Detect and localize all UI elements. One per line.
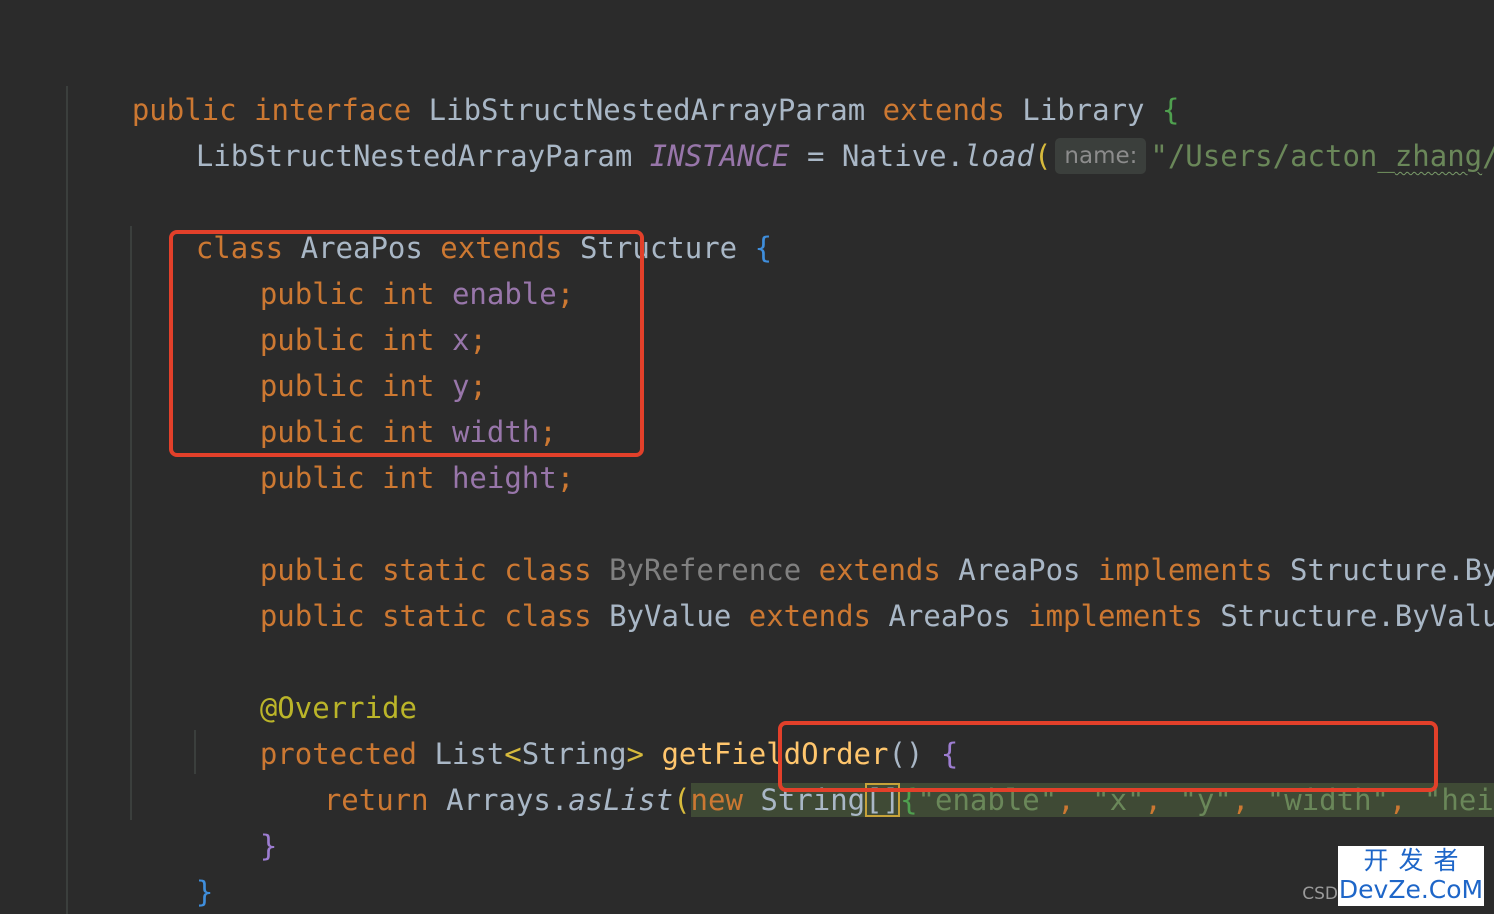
code-line-method-decl[interactable]: protected List<String> getFieldOrder() { bbox=[190, 685, 958, 771]
code-editor[interactable]: public interface LibStructNestedArrayPar… bbox=[0, 0, 1494, 914]
code-line-field-height[interactable]: public int height; bbox=[190, 409, 574, 495]
constant-instance: INSTANCE bbox=[649, 139, 790, 173]
code-line-method-close[interactable]: } bbox=[190, 777, 277, 863]
assign-native: = Native. bbox=[789, 139, 965, 173]
code-line-field-width[interactable]: public int width; bbox=[190, 363, 557, 449]
code-line-field-enable[interactable]: public int enable; bbox=[190, 225, 574, 311]
type-name: LibStructNestedArrayParam bbox=[195, 139, 650, 173]
code-line-interface-decl[interactable]: public interface LibStructNestedArrayPar… bbox=[62, 41, 1180, 127]
string-path: "/Users/acton_ bbox=[1150, 139, 1395, 173]
brace-close: } bbox=[195, 875, 214, 909]
method-aslist: asList bbox=[568, 783, 674, 817]
code-line-byreference[interactable]: public static class ByReference extends … bbox=[190, 501, 1494, 587]
brace-open: { bbox=[754, 231, 773, 265]
paren-open: ( bbox=[1033, 139, 1052, 173]
keyword-return: return bbox=[323, 783, 429, 817]
base-class: Structure bbox=[562, 231, 755, 265]
code-line-field-y[interactable]: public int y; bbox=[190, 317, 487, 403]
code-line-class-decl[interactable]: class AreaPos extends Structure { bbox=[126, 179, 772, 265]
code-line-override[interactable]: @Override bbox=[190, 639, 417, 725]
method-load: load bbox=[964, 139, 1034, 173]
field-height: height bbox=[451, 461, 557, 495]
code-line-byvalue[interactable]: public static class ByValue extends Area… bbox=[190, 547, 1494, 633]
keyword-new: new bbox=[690, 783, 743, 817]
string-path-rest: /J2EE/Maven bbox=[1482, 139, 1494, 173]
parameter-hint-name: name: bbox=[1055, 138, 1147, 174]
code-line-field-x[interactable]: public int x; bbox=[190, 271, 487, 357]
watermark-prefix: CSD bbox=[1302, 884, 1338, 904]
brace-close: } bbox=[259, 829, 278, 863]
watermark-logo: 开发者 DevZe.CoM bbox=[1338, 846, 1484, 906]
indent-guide bbox=[66, 86, 68, 914]
watermark-cn: 开发者 bbox=[1363, 846, 1469, 875]
watermark-en: DevZe.CoM bbox=[1338, 875, 1484, 904]
array-brackets: [] bbox=[865, 783, 901, 817]
code-line-instance[interactable]: LibStructNestedArrayParam INSTANCE = Nat… bbox=[126, 87, 1494, 174]
typo-squiggle-zhang: zhang bbox=[1394, 139, 1483, 173]
code-line-class-close[interactable]: } bbox=[126, 823, 213, 909]
code-line-return[interactable]: return Arrays.asList(new String[]{"enabl… bbox=[254, 731, 1494, 817]
